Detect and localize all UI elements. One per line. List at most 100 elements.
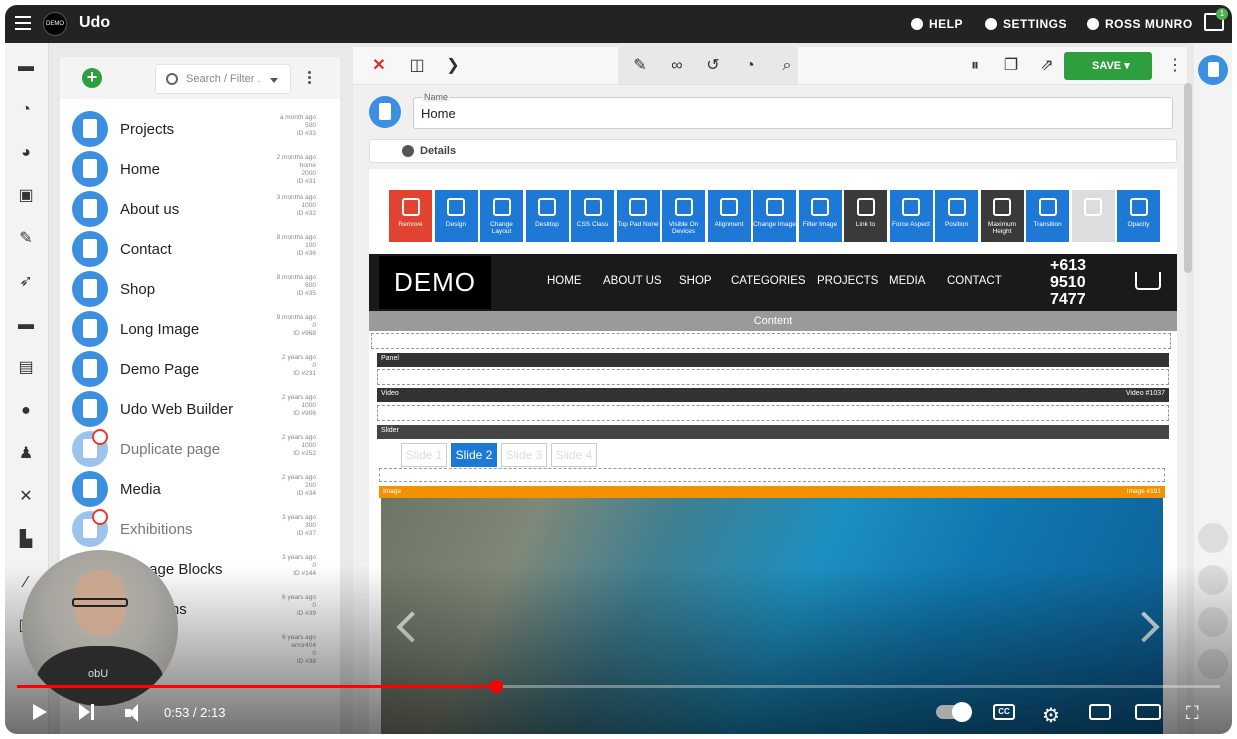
list-item[interactable]: Shop 8 months ago 600 ID #35	[60, 269, 340, 309]
list-item[interactable]: Media 2 years ago 200 ID #34	[60, 469, 340, 509]
tool-tile[interactable]	[1071, 190, 1115, 242]
list-item-name: Shop	[120, 281, 156, 298]
tool-tile[interactable]: CSS Class	[571, 190, 614, 242]
tool-tile[interactable]: Opacity	[1117, 190, 1160, 242]
chat-icon[interactable]: ●	[17, 403, 35, 419]
tool-tile[interactable]: Change Layout	[480, 190, 523, 242]
link-icon[interactable]: ∞	[667, 56, 687, 76]
list-item[interactable]: About us 3 months ago 1000 ID #32	[60, 189, 340, 229]
site-nav-item[interactable]: SHOP	[679, 275, 712, 287]
cart-icon[interactable]	[1135, 272, 1161, 290]
slide-tab[interactable]: Slide 2	[451, 443, 497, 467]
chevron-right-icon[interactable]: ❯	[443, 56, 463, 76]
slide-tab[interactable]: Slide 3	[501, 443, 547, 467]
chevron-down-icon[interactable]	[270, 78, 278, 83]
next-icon[interactable]	[79, 704, 95, 720]
list-item-name: Demo Page	[120, 361, 200, 378]
autoplay-toggle[interactable]	[936, 702, 972, 722]
progress-bar[interactable]	[17, 680, 1220, 693]
tool-tile[interactable]: Link to	[844, 190, 887, 242]
site-nav-item[interactable]: PROJECTS	[817, 275, 878, 287]
drop-zone[interactable]	[377, 369, 1169, 385]
drop-zone[interactable]	[377, 405, 1169, 421]
list-item[interactable]: Duplicate page 2 years ago 1000 ID #252	[60, 429, 340, 469]
tool-tile[interactable]: Position	[935, 190, 978, 242]
search-input[interactable]: Search / Filter .	[155, 64, 291, 94]
list-item[interactable]: Demo Page 2 years ago 0 ID #231	[60, 349, 340, 389]
palette-icon[interactable]: ◕	[17, 145, 35, 161]
cart-icon[interactable]: ▙	[17, 532, 35, 548]
tool-tile[interactable]: Desktop	[525, 190, 569, 242]
card-icon[interactable]: ▬	[17, 317, 35, 333]
slide-tab[interactable]: Slide 1	[401, 443, 447, 467]
tool-tile[interactable]: Design	[434, 190, 478, 242]
list-item[interactable]: Long Image 9 months ago 0 ID #968	[60, 309, 340, 349]
close-icon[interactable]: ✕	[369, 56, 389, 76]
tool-tile[interactable]: Alignment	[707, 190, 751, 242]
gift-icon[interactable]: ▣	[17, 188, 35, 204]
help-link[interactable]: HELP	[911, 17, 963, 31]
tool-tile[interactable]: Change Image	[753, 190, 796, 242]
page-icon[interactable]	[1198, 55, 1228, 85]
list-item[interactable]: Home 2 months ago home 2000 ID #31	[60, 149, 340, 189]
name-field[interactable]: Name Home	[413, 92, 1173, 129]
menu-icon[interactable]	[15, 16, 31, 30]
list-item[interactable]: Projects a month ago 500 ID #33	[60, 109, 340, 149]
settings-link[interactable]: SETTINGS	[985, 17, 1067, 31]
dashboard-icon[interactable]: ◔	[740, 56, 760, 76]
tool-tile[interactable]: Force Aspect	[889, 190, 933, 242]
tool-tile[interactable]: Remove	[389, 190, 432, 242]
external-link-icon[interactable]: ⇗	[1037, 56, 1057, 76]
gear-icon[interactable]: ⚙	[1042, 703, 1060, 727]
video-frame: DEMO Udo HELP SETTINGS ROSS MUNRO 1 ▬ ◔ ◕ ▣…	[5, 5, 1232, 734]
list-item[interactable]: Contact 8 months ago 100 ID #36	[60, 229, 340, 269]
more-icon[interactable]: ⋮	[1165, 56, 1185, 76]
user-link[interactable]: ROSS MUNRO	[1087, 17, 1193, 31]
slider-band: Slider	[377, 425, 1169, 439]
miniplayer-icon[interactable]	[1089, 704, 1111, 720]
tools-icon[interactable]: ✕	[17, 489, 35, 505]
list-item[interactable]: Exhibitions 3 years ago 300 ID #37	[60, 509, 340, 549]
fullscreen-icon[interactable]: ⛶	[1186, 703, 1199, 723]
pause-icon[interactable]: ⏸	[965, 56, 985, 76]
dashboard-icon[interactable]: ◔	[17, 102, 35, 118]
site-nav-item[interactable]: MEDIA	[889, 275, 925, 287]
cc-button[interactable]: CC	[993, 704, 1015, 720]
progress-knob[interactable]	[489, 680, 503, 693]
tool-tile[interactable]: Visible On Devices	[662, 190, 705, 242]
list-item[interactable]: Udo Web Builder 2 years ago 1000 ID #906	[60, 389, 340, 429]
theater-icon[interactable]	[1135, 704, 1161, 720]
drop-zone[interactable]	[371, 333, 1171, 349]
volume-icon[interactable]	[125, 704, 147, 722]
site-nav-item[interactable]: HOME	[547, 275, 582, 287]
site-nav-item[interactable]: CONTACT	[947, 275, 1002, 287]
save-button[interactable]: SAVE ▾	[1064, 52, 1152, 80]
slide-tab[interactable]: Slide 4	[551, 443, 597, 467]
add-page-button[interactable]: +	[82, 68, 102, 88]
gallery-icon[interactable]: ▤	[17, 360, 35, 376]
folder-icon[interactable]: ▬	[17, 59, 35, 75]
tool-tile[interactable]: Top Pad None	[616, 190, 660, 242]
drop-zone[interactable]	[379, 468, 1165, 482]
glasses	[72, 598, 128, 607]
split-view-icon[interactable]: ◫	[407, 56, 427, 76]
pencil-icon[interactable]: ✎	[630, 56, 650, 76]
play-icon[interactable]	[33, 704, 47, 720]
image-icon[interactable]	[1198, 523, 1228, 553]
details-section[interactable]: Details	[369, 139, 1177, 163]
users-icon[interactable]: ♟	[17, 446, 35, 462]
copy-icon[interactable]: ❐	[1001, 56, 1021, 76]
top-bar: DEMO Udo HELP SETTINGS ROSS MUNRO 1	[5, 5, 1232, 43]
edit-icon[interactable]: ✎	[17, 231, 35, 247]
history-icon[interactable]: ↺	[703, 56, 723, 76]
page-avatar	[72, 231, 108, 267]
site-nav-item[interactable]: ABOUT US	[603, 275, 662, 287]
tool-tile[interactable]: Filter Image	[798, 190, 842, 242]
site-nav-item[interactable]: CATEGORIES	[731, 275, 806, 287]
rocket-icon[interactable]: ➶	[17, 274, 35, 290]
tool-tile[interactable]: Transition	[1026, 190, 1069, 242]
zoom-icon[interactable]: ⌕	[777, 56, 797, 76]
list-item-meta: 2 years ago 200 ID #34	[282, 474, 316, 497]
more-icon[interactable]	[308, 71, 312, 85]
tool-tile[interactable]: Maximum Height	[980, 190, 1024, 242]
